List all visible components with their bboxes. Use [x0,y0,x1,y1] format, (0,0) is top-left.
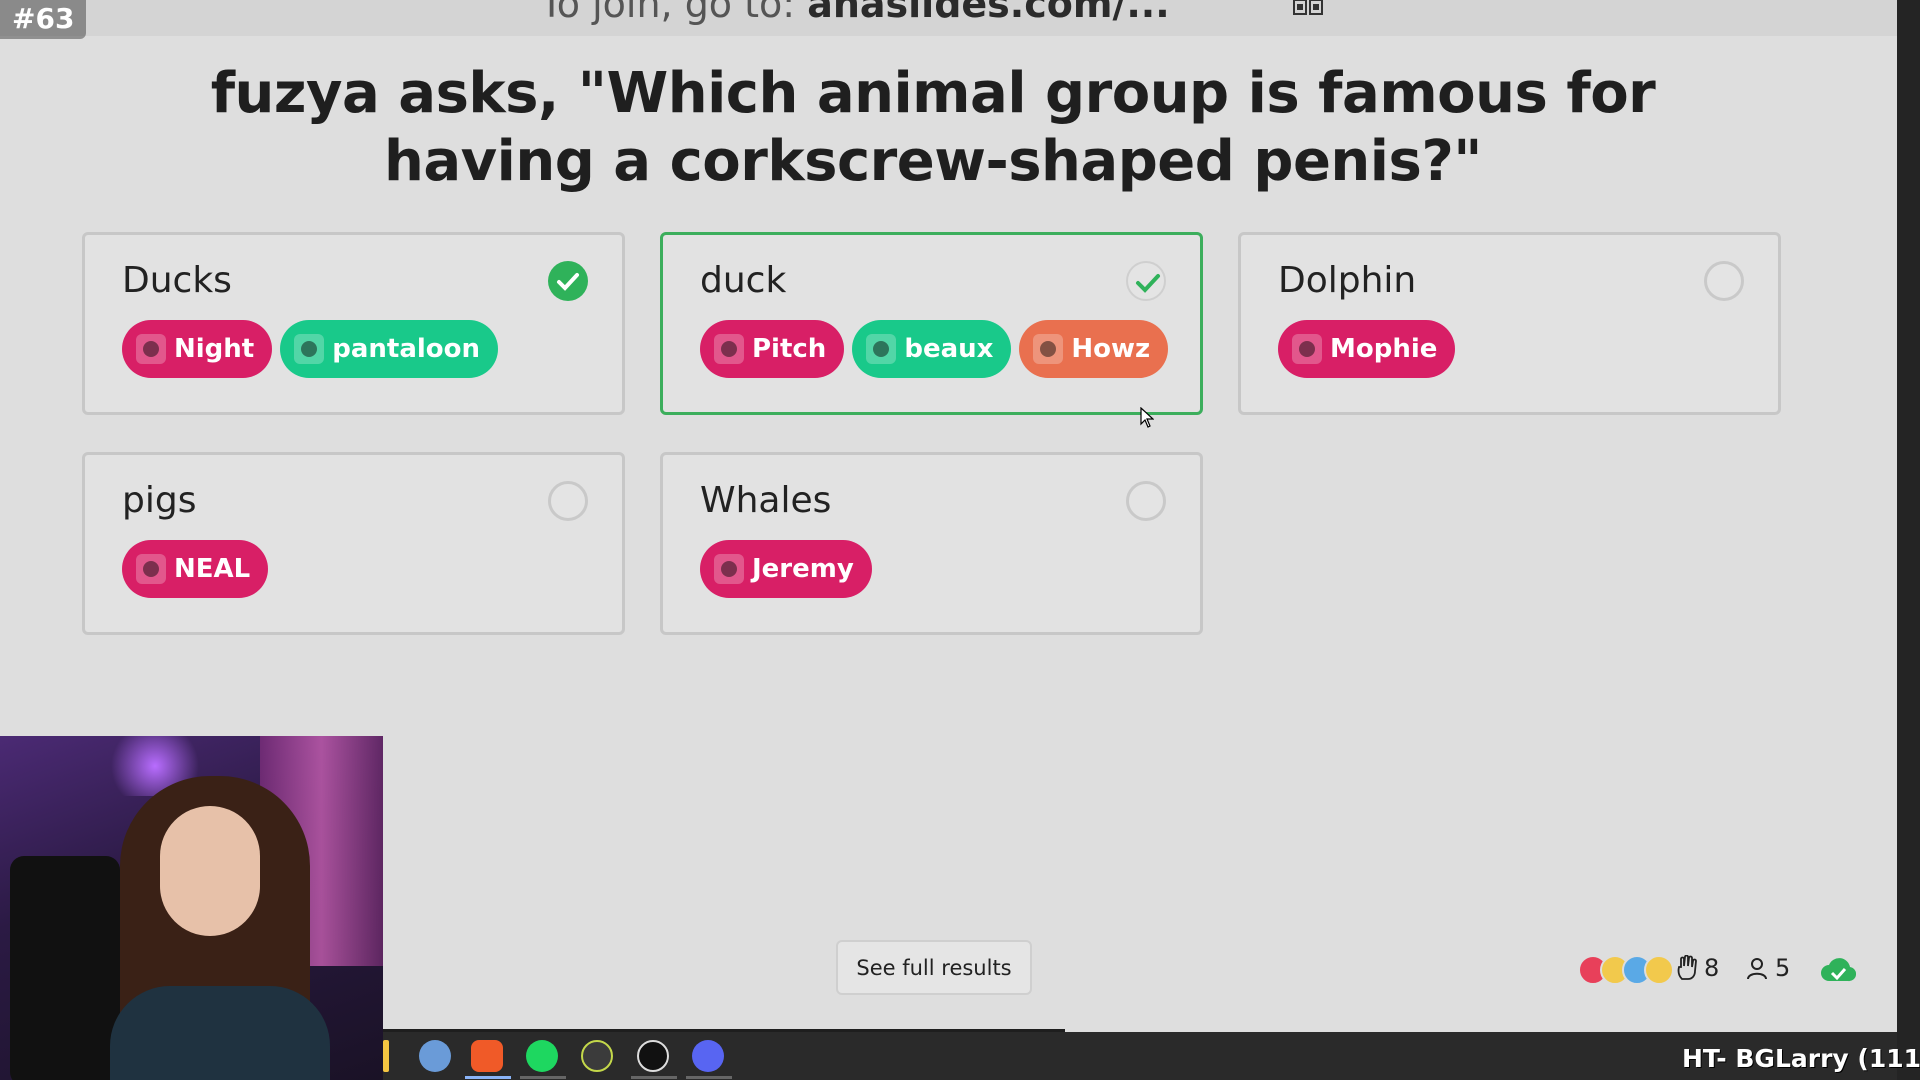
people-value: 5 [1775,954,1791,982]
brave-browser-icon[interactable] [471,1040,503,1072]
window-edge [1897,0,1920,1080]
voter-chip: Night [122,320,273,378]
join-instructions: To join, go to: ahaslides.com/... [540,0,1170,26]
voter-name: beaux [904,334,994,364]
active-indicator [520,1076,566,1079]
voter-name: Pitch [752,334,827,364]
see-full-results-button[interactable]: See full results [836,940,1032,995]
voter-chips: Mophie [1278,320,1456,378]
reactions-summary[interactable] [1578,955,1674,985]
raised-hands-count[interactable]: 8 [1676,954,1719,982]
qr-code-icon[interactable] [1293,0,1327,16]
hands-value: 8 [1704,954,1720,982]
voter-chip: Mophie [1278,320,1456,378]
wizard-icon [1033,334,1064,364]
webcam-shirt [110,986,330,1080]
answer-option-label: duck [700,260,787,301]
voter-chip: Pitch [700,320,845,378]
voter-chip: Jeremy [700,540,872,598]
answer-option-label: Ducks [122,260,232,301]
answer-option-card[interactable]: Dolphin Mophie [1238,232,1781,415]
active-indicator [631,1076,677,1079]
app-icon[interactable] [581,1040,613,1072]
webcam-face [160,806,260,936]
checkmark-icon[interactable] [1126,261,1166,301]
discord-icon[interactable] [692,1040,724,1072]
files-icon[interactable] [383,1040,389,1072]
cloud-check-icon [1821,958,1856,982]
answer-option-card[interactable]: Ducks Night pantaloon [82,232,625,415]
hand-icon [1677,955,1697,980]
answer-option-card[interactable]: duck Pitch beaux Howz [660,232,1203,415]
join-prefix: To join, go to: [540,0,796,26]
empty-radio-icon[interactable] [1126,481,1166,521]
wow-reaction-icon [1644,955,1674,985]
question-title: fuzya asks, "Which animal group is famou… [210,61,1656,194]
spotify-icon[interactable] [526,1040,558,1072]
correct-check-icon[interactable] [548,261,588,301]
answer-option-label: Whales [700,480,832,521]
avatar-icon [1292,334,1322,364]
channel-label: HT- BGLarry (111) [1682,1044,1920,1073]
voter-name: Jeremy [752,554,854,584]
answer-option-label: pigs [122,480,197,521]
voter-name: Night [174,334,255,364]
voter-name: Mophie [1330,334,1438,364]
join-url[interactable]: ahaslides.com/... [807,0,1169,26]
audience-count[interactable]: 5 [1745,954,1790,982]
voter-chip: NEAL [122,540,269,598]
webcam-chair [10,856,120,1080]
mouse-cursor-icon [1140,407,1154,428]
voter-chips: Pitch beaux Howz [700,320,1169,378]
voter-chip: Howz [1019,320,1169,378]
empty-radio-icon[interactable] [548,481,588,521]
paint-icon[interactable] [419,1040,451,1072]
turkey-icon [136,554,166,584]
answer-option-card[interactable]: pigs NEAL [82,452,625,635]
answer-option-label: Dolphin [1278,260,1417,301]
voter-chips: NEAL [122,540,269,598]
empty-radio-icon[interactable] [1704,261,1744,301]
voter-chips: Jeremy [700,540,872,598]
active-indicator [686,1076,732,1079]
answer-option-card[interactable]: Whales Jeremy [660,452,1203,635]
voter-chips: Night pantaloon [122,320,499,378]
person-icon [1747,958,1767,980]
obs-icon[interactable] [637,1040,669,1072]
voter-name: NEAL [174,554,251,584]
voter-chip: pantaloon [280,320,499,378]
voter-chip: beaux [852,320,1012,378]
voter-name: Howz [1071,334,1151,364]
eggplant-icon [136,334,166,364]
voter-name: pantaloon [332,334,481,364]
avatar-icon [294,334,325,364]
streamer-webcam [0,736,383,1080]
butterfly-icon [866,334,897,364]
taskbar [383,1032,1897,1080]
join-bar: To join, go to: ahaslides.com/... [0,0,1897,36]
episode-tag: #63 [0,0,87,39]
active-indicator [465,1076,511,1079]
monkey-icon [714,554,744,584]
panda-icon [714,334,744,364]
